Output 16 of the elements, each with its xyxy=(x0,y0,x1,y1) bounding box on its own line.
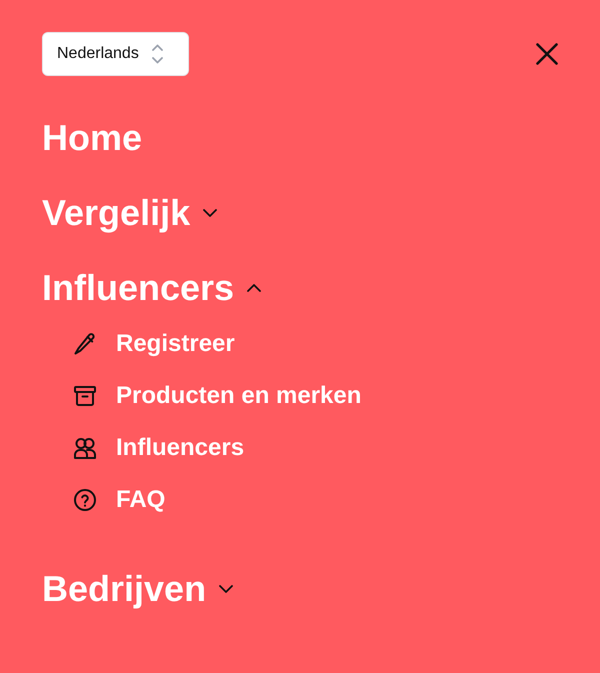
nav-dropdown[interactable]: Influencers xyxy=(42,266,262,310)
chevrons-up-down-icon xyxy=(152,44,163,64)
nav-link[interactable]: Home xyxy=(42,116,142,160)
submenu-link[interactable]: FAQ xyxy=(74,484,166,516)
pencil-icon xyxy=(74,333,96,355)
nav-dropdown[interactable]: Vergelijk xyxy=(42,191,218,235)
close-icon xyxy=(536,43,558,65)
submenu-link[interactable]: Influencers xyxy=(74,432,244,464)
submenu-link[interactable]: Registreer xyxy=(74,328,235,360)
submenu-link[interactable]: Producten en merken xyxy=(74,380,362,412)
users-icon xyxy=(74,438,96,458)
language-select[interactable]: Nederlands xyxy=(42,32,189,76)
close-button[interactable] xyxy=(536,43,558,65)
archive-box-icon xyxy=(74,386,96,406)
nav-dropdown[interactable]: Bedrijven xyxy=(42,567,234,611)
help-icon xyxy=(74,489,96,511)
